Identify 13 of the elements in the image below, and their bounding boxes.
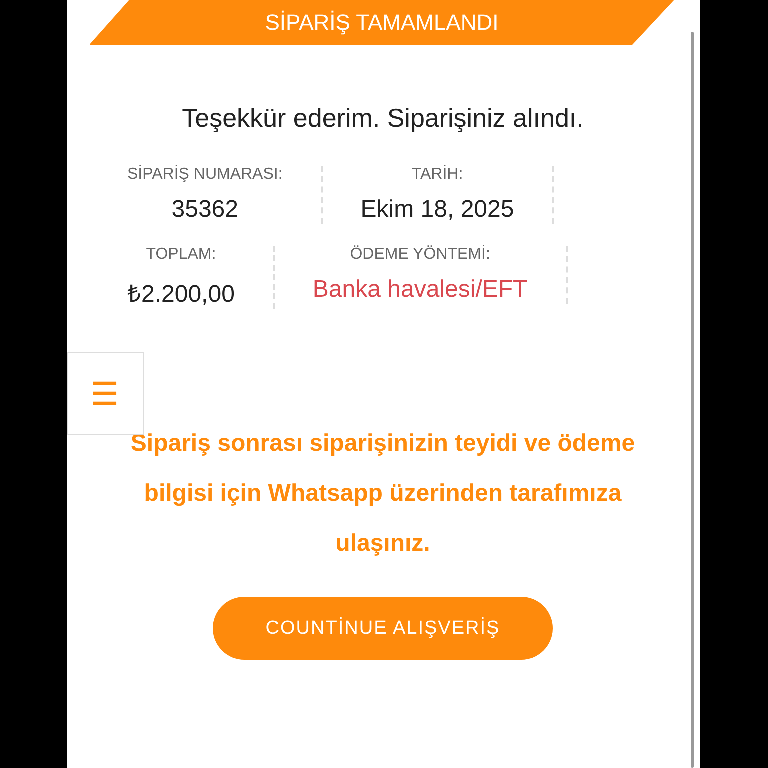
- banner-title: SİPARİŞ TAMAMLANDI: [265, 10, 499, 36]
- menu-button[interactable]: ☰: [66, 352, 144, 435]
- detail-label: TARİH:: [412, 166, 464, 184]
- thank-you-message: Teşekkür ederim. Siparişiniz alındı.: [181, 103, 585, 134]
- detail-label: TOPLAM:: [146, 246, 216, 264]
- detail-value: ₺2.200,00: [128, 280, 235, 309]
- detail-label: ÖDEME YÖNTEMİ:: [350, 246, 490, 264]
- continue-shopping-button[interactable]: COUNTİNUE ALIŞVERİŞ: [213, 597, 553, 660]
- detail-label: SİPARİŞ NUMARASI:: [128, 166, 283, 184]
- detail-value: 35362: [172, 196, 239, 224]
- scrollbar[interactable]: [690, 32, 694, 768]
- detail-value: Ekim 18, 2025: [360, 196, 514, 224]
- detail-value: Banka havalesi/EFT: [312, 276, 528, 304]
